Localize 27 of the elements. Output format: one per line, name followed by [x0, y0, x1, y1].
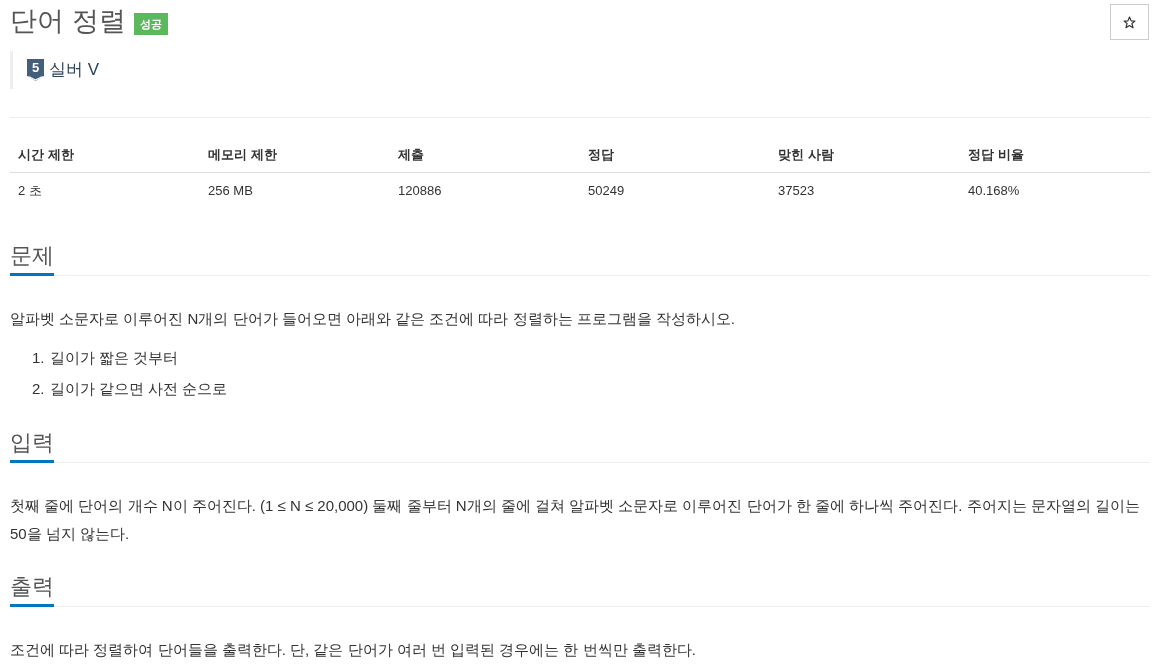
body-paragraph: 첫째 줄에 단어의 개수 N이 주어진다. (1 ≤ N ≤ 20,000) 둘째 줄부터 N개의 줄에 걸쳐 알파벳 소문자로 이루어진 단어가 한 줄에 하나씩 주어진다. 주어지는 문자열의 길이는 50을 넘지 않는다. — [10, 496, 1141, 544]
body-paragraph: 조건에 따라 정렬하여 단어들을 출력한다. 단, 같은 단어가 여러 번 입력된 경우에는 한 번씩만 출력한다. — [10, 640, 697, 660]
list-item-text: 길이가 같으면 사전 순으로 — [49, 379, 228, 399]
list-number: 1. — [32, 348, 45, 368]
list-number: 2. — [32, 379, 45, 399]
column-header: 맞힌 사람 — [770, 138, 960, 172]
tier-badge: 5 — [27, 59, 44, 81]
body-paragraph: 알파벳 소문자로 이루어진 N개의 단어가 들어오면 아래와 같은 조건에 따라 정렬하는 프로그램을 작성하시오. — [10, 309, 736, 329]
column-header: 정답 비율 — [960, 138, 1150, 172]
column-header: 메모리 제한 — [200, 138, 390, 172]
star-button[interactable] — [1110, 4, 1149, 40]
table-cell: 2 초 — [10, 172, 200, 208]
result-badge: 성공 — [133, 13, 168, 35]
section-heading: 출력 — [10, 570, 54, 607]
table-cell: 50249 — [580, 172, 770, 208]
column-header: 제출 — [390, 138, 580, 172]
list-item-text: 길이가 짧은 것부터 — [49, 348, 178, 368]
section-heading: 문제 — [10, 239, 54, 276]
column-header: 정답 — [580, 138, 770, 172]
problem-title: 단어 정렬 — [10, 5, 126, 38]
column-header: 시간 제한 — [10, 138, 200, 172]
tier-name: 실버 V — [49, 59, 100, 81]
table-cell: 37523 — [770, 172, 960, 208]
table-cell: 120886 — [390, 172, 580, 208]
table-cell: 256 MB — [200, 172, 390, 208]
table-cell: 40.168% — [960, 172, 1150, 208]
section-heading: 입력 — [10, 426, 54, 463]
